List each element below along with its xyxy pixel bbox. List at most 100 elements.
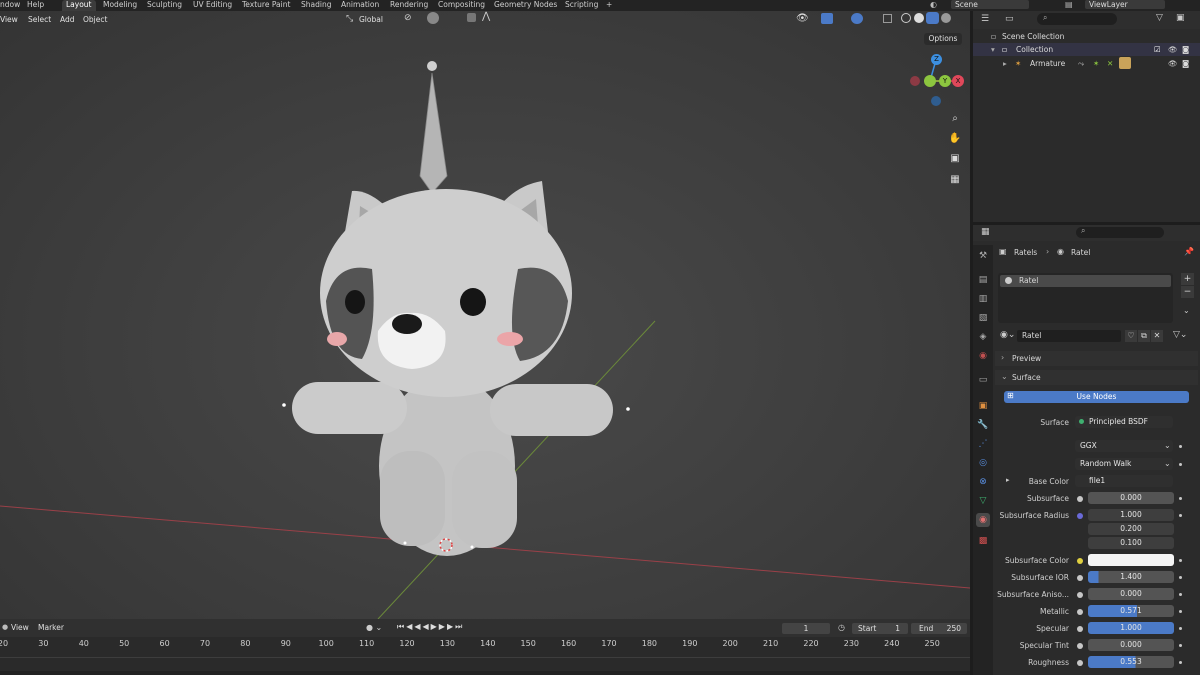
duplicate-material-icon[interactable]: ⧉	[1138, 330, 1150, 342]
3d-viewport[interactable]: View Select Add Object ⤡ Global ⊘ ⋀ 👁 Op…	[0, 11, 970, 619]
y-axis-label[interactable]: Y	[939, 75, 951, 87]
keyframe-dot[interactable]	[1179, 627, 1182, 630]
keyframe-dot[interactable]	[1179, 559, 1182, 562]
editor-type-icon[interactable]: ●	[2, 623, 8, 631]
tab-rendering[interactable]: Rendering	[390, 0, 428, 11]
remove-slot-button[interactable]: −	[1181, 286, 1194, 298]
zoom-icon[interactable]: ⌕	[947, 111, 963, 127]
keyframe-dot[interactable]	[1179, 497, 1182, 500]
node-filter-icon[interactable]: ▽⌄	[1173, 330, 1187, 340]
properties-editor-icon[interactable]: ▦	[981, 227, 990, 237]
end-frame-field[interactable]: End 250	[911, 623, 967, 634]
material-slot-item[interactable]: Ratel	[1000, 275, 1171, 287]
subsurface-radius-z-field[interactable]: 0.100	[1088, 537, 1174, 549]
timeline[interactable]: ● View Marker ● ⌄ ⏮◀◀◀▶▶▶⏭ 1 ◷ Start 1 E…	[0, 619, 970, 675]
base-color-field[interactable]: file1	[1075, 475, 1173, 487]
eye-icon[interactable]: 👁	[1168, 57, 1178, 70]
properties-search-input[interactable]	[1076, 227, 1164, 238]
expand-base-color-icon[interactable]: ▸	[1006, 476, 1010, 484]
roughness-field[interactable]: 0.553	[1088, 656, 1174, 668]
subsurface-color-swatch[interactable]	[1088, 554, 1174, 566]
slot-specials-icon[interactable]: ⌄	[1183, 306, 1190, 315]
eye-icon[interactable]: 👁	[1168, 43, 1178, 56]
rendered-shading-icon[interactable]	[941, 13, 951, 23]
world-tab-icon[interactable]: ◉	[976, 349, 990, 363]
tool-tab-icon[interactable]: ⚒	[976, 249, 990, 263]
fake-user-icon[interactable]: ♡	[1125, 330, 1137, 342]
render-camera-icon[interactable]: ◙	[1182, 43, 1189, 56]
keyframe-dot[interactable]	[1179, 593, 1182, 596]
neg-x-axis-ball[interactable]	[910, 76, 920, 86]
metallic-field[interactable]: 0.571	[1088, 605, 1174, 617]
keyframe-dot[interactable]	[1179, 463, 1182, 466]
new-collection-icon[interactable]: ▣	[1176, 13, 1185, 23]
expand-icon[interactable]: ▸	[1003, 57, 1007, 70]
expand-icon[interactable]: ▾	[991, 43, 995, 56]
unlink-material-icon[interactable]: ✕	[1151, 330, 1163, 342]
solid-shading-icon[interactable]	[914, 13, 924, 23]
y-axis-ball[interactable]	[924, 75, 936, 87]
scene-tab-icon[interactable]: ◈	[976, 330, 990, 344]
visibility-icon[interactable]: 👁	[796, 13, 809, 24]
subsurface-field[interactable]: 0.000	[1088, 492, 1174, 504]
collection-tab-icon[interactable]: ▭	[976, 373, 990, 387]
view-layer-selector[interactable]: ViewLayer	[1085, 0, 1165, 9]
help-menu[interactable]: Help	[27, 0, 44, 11]
tab-geometry-nodes[interactable]: Geometry Nodes	[494, 0, 557, 11]
tab-scripting[interactable]: Scripting	[565, 0, 598, 11]
view-layer-tab-icon[interactable]: ▧	[976, 311, 990, 325]
tab-uv-editing[interactable]: UV Editing	[193, 0, 232, 11]
pin-icon[interactable]: 📌	[1184, 247, 1194, 256]
display-mode-icon[interactable]: ▭	[1005, 14, 1014, 24]
surface-panel-header[interactable]: ⌄ Surface	[995, 370, 1198, 385]
outliner-armature[interactable]: ▸ ✶ Armature ⤳ ✶ ✕ 👁 ◙	[973, 57, 1200, 70]
add-menu[interactable]: Add	[60, 15, 75, 24]
snap-icon[interactable]	[427, 12, 439, 24]
xray-icon[interactable]	[883, 14, 892, 23]
transform-orientation-dropdown[interactable]: Global	[359, 15, 383, 24]
options-button[interactable]: Options	[924, 33, 962, 45]
playback-controls[interactable]: ⏮◀◀◀▶▶▶⏭	[397, 622, 464, 632]
neg-z-axis-ball[interactable]	[931, 96, 941, 106]
specular-field[interactable]: 1.000	[1088, 622, 1174, 634]
pan-hand-icon[interactable]: ✋	[947, 131, 963, 147]
tab-animation[interactable]: Animation	[341, 0, 379, 11]
wireframe-shading-icon[interactable]	[901, 13, 911, 23]
falloff-icon[interactable]: ⋀	[482, 11, 490, 22]
render-camera-icon[interactable]: ◙	[1182, 57, 1189, 70]
outliner-scene-collection[interactable]: ▫ Scene Collection	[973, 30, 1200, 43]
render-tab-icon[interactable]: ▤	[976, 273, 990, 287]
tab-compositing[interactable]: Compositing	[438, 0, 485, 11]
z-axis-label[interactable]: Z	[931, 54, 942, 65]
keyframe-dot[interactable]	[1179, 445, 1182, 448]
keyframe-dot[interactable]	[1179, 661, 1182, 664]
object-tab-icon[interactable]: ▣	[976, 399, 990, 413]
surface-shader-field[interactable]: Principled BSDF	[1075, 416, 1173, 428]
specular-tint-field[interactable]: 0.000	[1088, 639, 1174, 651]
distribution-dropdown[interactable]: GGX	[1075, 440, 1173, 452]
subsurface-ior-field[interactable]: 1.400	[1088, 571, 1174, 583]
outliner-collection[interactable]: ▾ ▫ Collection ☑ 👁 ◙	[973, 43, 1200, 56]
checkbox-icon[interactable]: ☑	[1154, 43, 1161, 56]
subsurface-aniso-field[interactable]: 0.000	[1088, 588, 1174, 600]
select-menu[interactable]: Select	[28, 15, 51, 24]
preview-panel-header[interactable]: › Preview	[995, 351, 1198, 366]
start-frame-field[interactable]: Start 1	[852, 623, 908, 634]
tab-layout[interactable]: Layout	[62, 0, 96, 11]
outliner-search-input[interactable]	[1037, 13, 1117, 25]
browse-material-icon[interactable]: ◉⌄	[1000, 330, 1015, 340]
marker-menu[interactable]: Marker	[38, 623, 64, 632]
scene-selector[interactable]: Scene	[951, 0, 1029, 9]
timeline-scrollbar[interactable]	[0, 671, 970, 675]
tab-shading[interactable]: Shading	[301, 0, 331, 11]
window-menu[interactable]: ndow	[0, 0, 20, 11]
frame-ruler[interactable]: 20 30 40 50 60 70 80 90 100 110 120 130 140 150 160 170…	[0, 637, 970, 653]
subsurface-radius-y-field[interactable]: 0.200	[1088, 523, 1174, 535]
tab-texture-paint[interactable]: Texture Paint	[242, 0, 290, 11]
current-frame-field[interactable]: 1	[782, 623, 830, 634]
add-workspace-button[interactable]: +	[606, 0, 612, 11]
material-shading-icon[interactable]	[926, 12, 939, 24]
use-nodes-button[interactable]: Use Nodes	[1004, 391, 1189, 403]
pivot-icon[interactable]: ⊘	[404, 13, 412, 23]
properties-editor[interactable]: ▦ ⌕ ⚒ ▤ ▥ ▧ ◈ ◉ ▭ ▣ 🔧 ⋰ ◎ ⊗ ▽ ◉ ▩ ▣ Rate…	[973, 225, 1200, 675]
